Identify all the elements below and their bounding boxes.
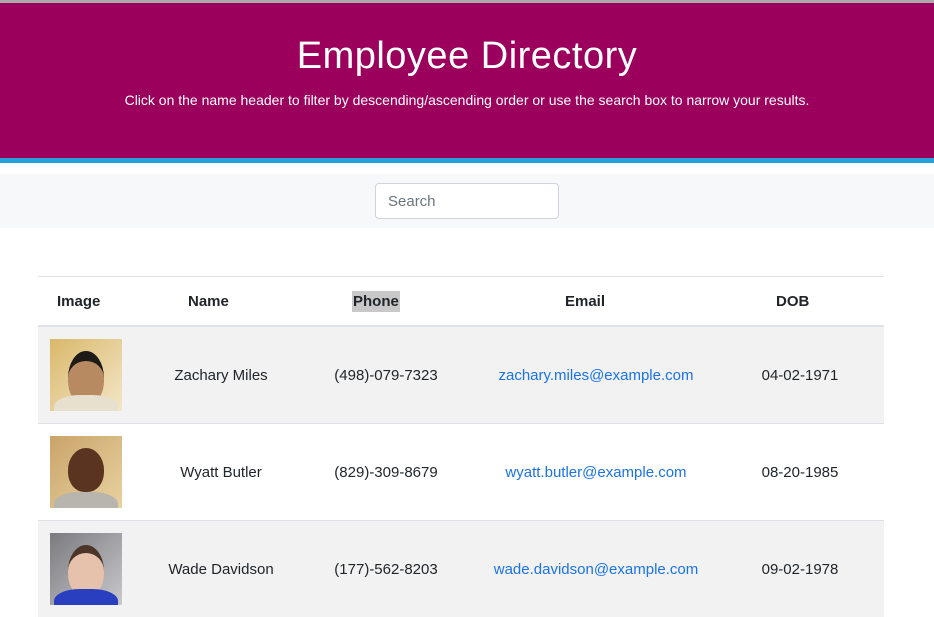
phone-cell: (177)-562-8203 <box>296 521 476 617</box>
column-header-email[interactable]: Email <box>476 277 716 327</box>
image-cell <box>38 424 146 521</box>
column-header-image: Image <box>38 277 146 327</box>
column-header-label: Image <box>57 293 100 310</box>
phone-cell: (498)-079-7323 <box>296 326 476 424</box>
page-header: Employee Directory Click on the name hea… <box>0 3 934 163</box>
email-cell: wyatt.butler@example.com <box>476 424 716 521</box>
column-header-phone[interactable]: Phone <box>296 277 476 327</box>
email-cell: zachary.miles@example.com <box>476 326 716 424</box>
dob-cell: 04-02-1971 <box>716 326 884 424</box>
column-header-label: Email <box>565 293 605 310</box>
email-cell: wade.davidson@example.com <box>476 521 716 617</box>
page-subtitle: Click on the name header to filter by de… <box>0 92 934 108</box>
table-header-row: Image Name Phone Email DOB <box>38 277 884 327</box>
column-header-name[interactable]: Name <box>146 277 296 327</box>
avatar <box>50 436 122 508</box>
column-header-label: DOB <box>776 293 809 310</box>
table-row: Wade Davidson (177)-562-8203 wade.davids… <box>38 521 884 617</box>
search-bar <box>0 174 934 228</box>
table-row: Zachary Miles (498)-079-7323 zachary.mil… <box>38 326 884 424</box>
column-header-label: Phone <box>352 291 400 312</box>
name-cell: Zachary Miles <box>146 326 296 424</box>
employee-table: Image Name Phone Email DOB Zachary Miles… <box>38 276 884 617</box>
dob-cell: 08-20-1985 <box>716 424 884 521</box>
email-link[interactable]: zachary.miles@example.com <box>498 367 693 384</box>
column-header-dob[interactable]: DOB <box>716 277 884 327</box>
search-input[interactable] <box>375 183 559 219</box>
page-title: Employee Directory <box>0 3 934 78</box>
phone-cell: (829)-309-8679 <box>296 424 476 521</box>
avatar <box>50 533 122 605</box>
dob-cell: 09-02-1978 <box>716 521 884 617</box>
name-cell: Wade Davidson <box>146 521 296 617</box>
image-cell <box>38 326 146 424</box>
email-link[interactable]: wade.davidson@example.com <box>494 561 699 578</box>
image-cell <box>38 521 146 617</box>
table-row: Wyatt Butler (829)-309-8679 wyatt.butler… <box>38 424 884 521</box>
email-link[interactable]: wyatt.butler@example.com <box>505 464 686 481</box>
name-cell: Wyatt Butler <box>146 424 296 521</box>
column-header-label: Name <box>188 293 229 310</box>
avatar <box>50 339 122 411</box>
